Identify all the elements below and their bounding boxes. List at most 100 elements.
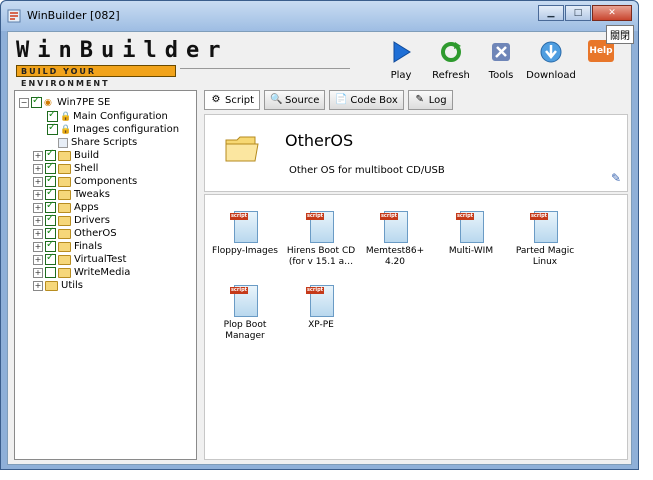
tree-item-writemedia[interactable]: + WriteMedia (33, 266, 130, 279)
tree-checkbox[interactable] (45, 200, 56, 213)
expand-icon[interactable]: + (33, 202, 43, 213)
play-label: Play (390, 70, 412, 81)
script-item-label: XP-PE (308, 320, 334, 330)
refresh-icon (437, 38, 465, 66)
tree-item-share-scripts[interactable]: Share Scripts (58, 136, 137, 149)
collapse-icon[interactable]: − (19, 97, 29, 108)
script-title: OtherOS (285, 131, 354, 150)
tree-item-images-configuration[interactable]: 🔒 Images configuration (47, 122, 180, 136)
tree-checkbox[interactable] (45, 267, 56, 278)
tab-log[interactable]: ✎ Log (407, 90, 453, 110)
script-item[interactable]: script Memtest86+ 4.20 (359, 209, 431, 268)
script-item[interactable]: script Parted Magic Linux (509, 209, 581, 268)
title-bar[interactable]: WinBuilder [082] ▁ □ ✕ (1, 1, 638, 31)
tree-item-label: Images configuration (73, 124, 180, 135)
folder-icon (58, 254, 71, 265)
play-button[interactable]: Play (379, 38, 423, 81)
folder-icon (225, 136, 259, 162)
script-item[interactable]: script Floppy-Images (209, 209, 281, 257)
tree-item-build[interactable]: + Build (33, 148, 100, 162)
tree-item-label: Components (74, 176, 138, 187)
download-button[interactable]: Download (526, 38, 576, 81)
tree-item-main-configuration[interactable]: 🔒 Main Configuration (47, 109, 168, 123)
expand-icon[interactable]: + (33, 189, 43, 200)
tree-item-apps[interactable]: + Apps (33, 200, 99, 214)
download-icon (537, 38, 565, 66)
script-file-icon: script (380, 209, 410, 243)
expand-icon[interactable]: + (33, 267, 43, 278)
tree-item-virtualtest[interactable]: + VirtualTest (33, 252, 126, 266)
brand-tagline: BUILD YOUR ENVIRONMENT (16, 65, 176, 88)
tab-codebox[interactable]: 📄 Code Box (329, 90, 404, 110)
tree-checkbox[interactable] (47, 109, 58, 122)
main-toolbar: Play Refresh Tools Download Help (373, 38, 623, 81)
tree-item-label: Drivers (74, 215, 110, 226)
script-file-icon: script (456, 209, 486, 243)
tools-label: Tools (488, 70, 514, 81)
tree-checkbox[interactable] (45, 187, 56, 200)
folder-icon (58, 241, 71, 252)
expand-icon[interactable]: + (33, 215, 43, 226)
tab-script[interactable]: ⚙ Script (204, 90, 261, 110)
edit-wand-icon[interactable]: ✎ (611, 171, 621, 185)
tab-source[interactable]: 🔍 Source (264, 90, 326, 110)
tree-item-shell[interactable]: + Shell (33, 161, 98, 175)
close-icon: ✕ (608, 8, 616, 18)
script-icon: ⚙ (211, 94, 221, 105)
script-item-label: Hirens Boot CD (for v 15.1 a… (286, 246, 356, 267)
folder-icon (58, 215, 71, 226)
view-tabs: ⚙ Script 🔍 Source 📄 Code Box ✎ Log (204, 90, 457, 110)
tree-checkbox[interactable] (45, 174, 56, 187)
script-item[interactable]: script Plop Boot Manager (209, 283, 281, 342)
source-icon: 🔍 (270, 94, 283, 105)
script-file-icon: script (306, 209, 336, 243)
tree-checkbox[interactable] (47, 122, 58, 135)
refresh-button[interactable]: Refresh (429, 38, 473, 81)
tab-label: Script (225, 94, 255, 106)
tree-item-drivers[interactable]: + Drivers (33, 213, 110, 227)
tree-checkbox[interactable] (31, 95, 42, 108)
help-button[interactable]: Help (579, 38, 623, 81)
script-item[interactable]: script XP-PE (285, 283, 357, 331)
expand-icon[interactable]: + (33, 241, 43, 252)
window-title: WinBuilder [082] (27, 9, 120, 22)
lock-icon: 🔒 (60, 124, 72, 135)
tree-checkbox[interactable] (45, 239, 56, 252)
script-file-icon: script (230, 209, 260, 243)
tools-button[interactable]: Tools (479, 38, 523, 81)
expand-icon[interactable]: + (33, 150, 43, 161)
folder-icon (45, 280, 58, 291)
expand-icon[interactable]: + (33, 176, 43, 187)
tree-item-utils[interactable]: + Utils (33, 279, 83, 292)
maximize-button[interactable]: □ (565, 5, 591, 21)
tree-root[interactable]: − ◉ Win7PE SE (19, 95, 110, 109)
tree-checkbox[interactable] (45, 161, 56, 174)
tab-label: Source (285, 94, 320, 106)
tree-item-label: WriteMedia (74, 267, 131, 278)
script-item[interactable]: script Multi-WIM (435, 209, 507, 257)
script-item[interactable]: script Hirens Boot CD (for v 15.1 a… (285, 209, 357, 268)
script-tree[interactable]: − ◉ Win7PE SE 🔒 Main Configuration 🔒 Ima… (14, 90, 197, 460)
tree-checkbox[interactable] (45, 226, 56, 239)
minimize-button[interactable]: ▁ (538, 5, 564, 21)
tree-checkbox[interactable] (45, 148, 56, 161)
tree-item-finals[interactable]: + Finals (33, 239, 102, 253)
tree-checkbox[interactable] (45, 252, 56, 265)
script-item-label: Floppy-Images (212, 246, 278, 256)
script-file-icon: script (230, 283, 260, 317)
app-window: WinBuilder [082] ▁ □ ✕ 關閉 WinBuilder BUI… (0, 0, 639, 470)
tree-item-label: Apps (74, 202, 99, 213)
tree-checkbox[interactable] (45, 213, 56, 226)
expand-icon[interactable]: + (33, 280, 43, 291)
close-button[interactable]: ✕ (592, 5, 632, 21)
expand-icon[interactable]: + (33, 163, 43, 174)
script-item-label: Plop Boot Manager (223, 320, 267, 341)
tree-item-label: Build (74, 150, 100, 161)
maximize-icon: □ (573, 8, 583, 18)
tab-label: Code Box (350, 94, 398, 106)
tree-item-tweaks[interactable]: + Tweaks (33, 187, 110, 201)
expand-icon[interactable]: + (33, 254, 43, 265)
script-file-icon: script (530, 209, 560, 243)
expand-icon[interactable]: + (33, 228, 43, 239)
tree-item-label: OtherOS (74, 228, 117, 239)
